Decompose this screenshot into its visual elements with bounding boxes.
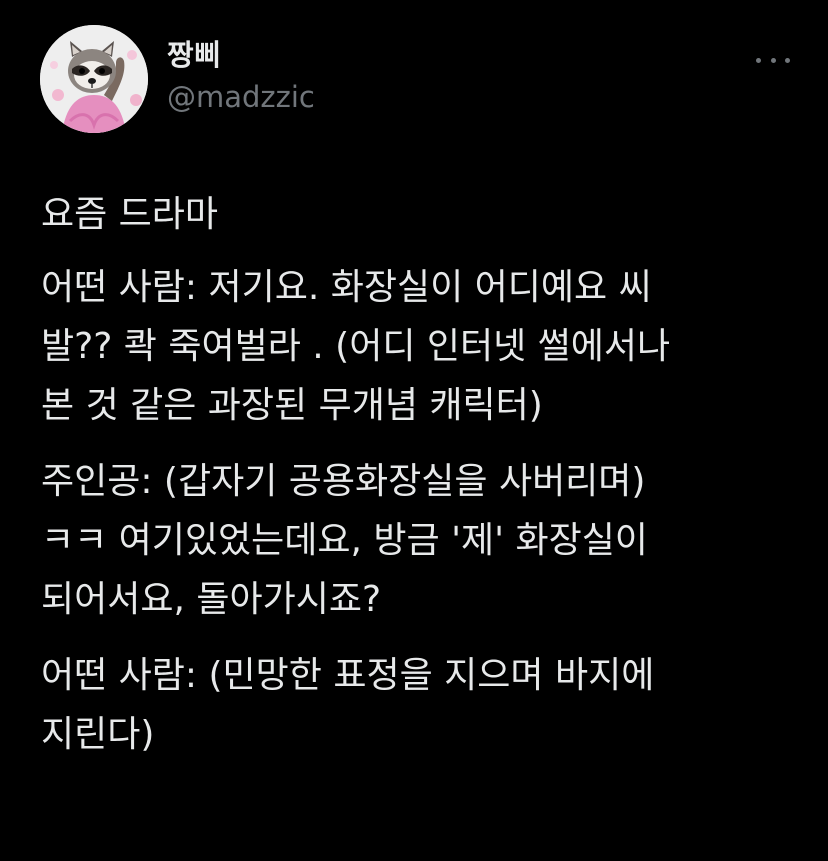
tweet-header: 짱삐 @madzzic <box>40 25 790 133</box>
tweet-paragraph: 요즘 드라마 <box>41 194 219 235</box>
tweet-paragraph: 어떤 사람: 저기요. 화장실이 어디예요 씨 발?? 콱 죽여벌라 . (어디… <box>41 267 671 426</box>
more-options-icon[interactable] <box>756 51 790 69</box>
raccoon-avatar-icon[interactable] <box>40 25 148 133</box>
user-names: 짱삐 @madzzic <box>167 37 315 117</box>
more-dot <box>785 57 790 63</box>
tweet-card: 짱삐 @madzzic 요즘 드라마 어떤 사람: 저기요. 화장실이 어디예요… <box>0 0 828 861</box>
more-dot <box>756 57 761 63</box>
display-name[interactable]: 짱삐 <box>167 37 315 73</box>
tweet-paragraph: 어떤 사람: (민망한 표정을 지으며 바지에 지린다) <box>41 655 655 755</box>
user-handle[interactable]: @madzzic <box>167 77 315 117</box>
tweet-body: 요즘 드라마 어떤 사람: 저기요. 화장실이 어디예요 씨 발?? 콱 죽여벌… <box>41 185 801 781</box>
tweet-paragraph: 주인공: (갑자기 공용화장실을 사버리며) ㅋㅋ 여기있었는데요, 방금 '제… <box>41 461 648 620</box>
more-dot <box>770 57 776 63</box>
